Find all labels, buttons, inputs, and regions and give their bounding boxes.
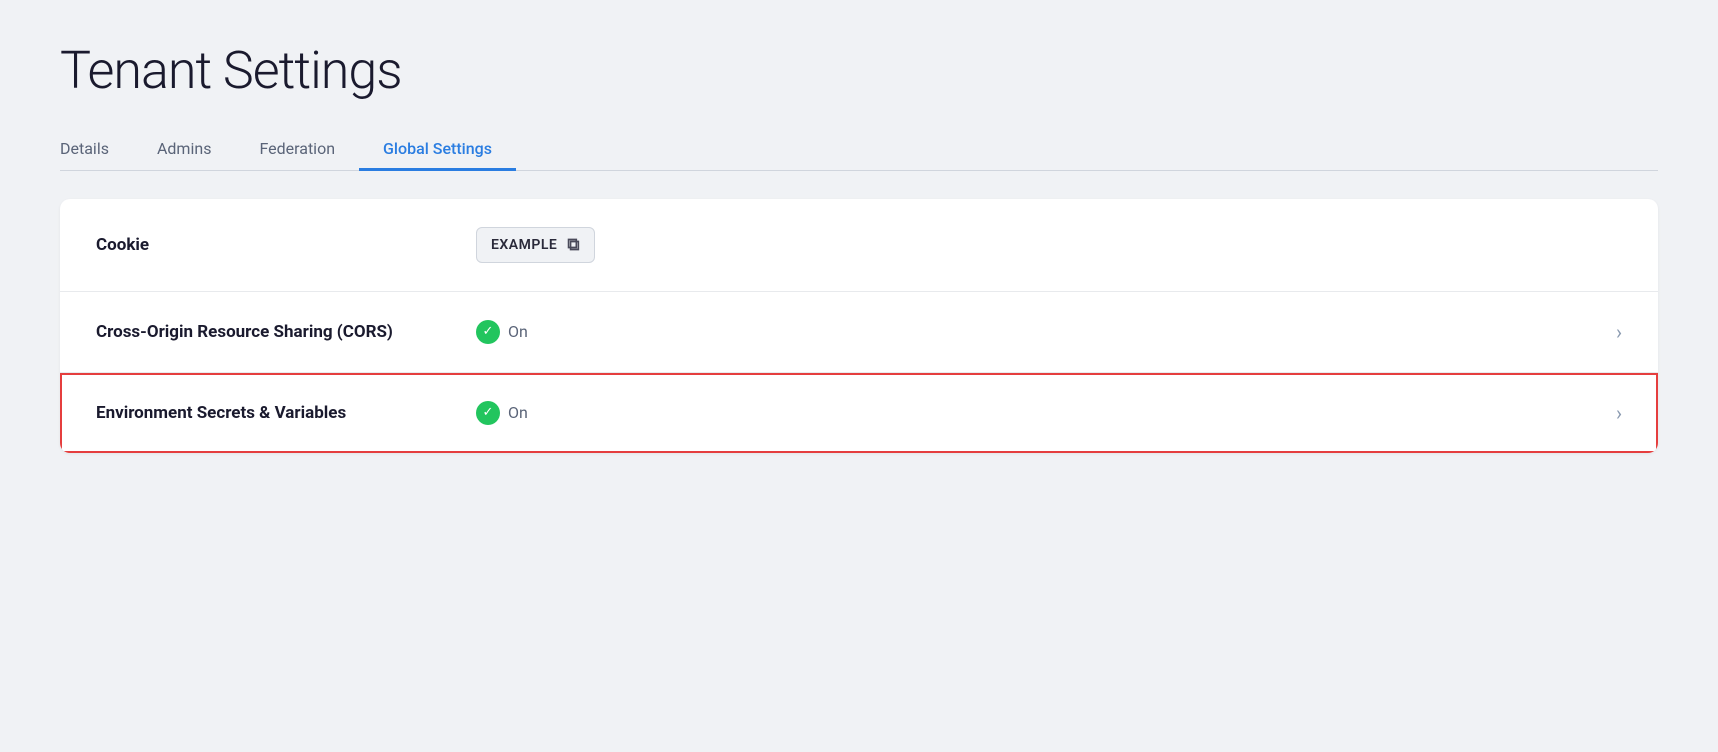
cookie-value-area: EXAMPLE ⧉ (476, 227, 1622, 263)
tab-details[interactable]: Details (60, 129, 133, 171)
env-secrets-status-badge: ✓ On (476, 401, 528, 425)
cors-label: Cross-Origin Resource Sharing (CORS) (96, 322, 476, 342)
env-secrets-check-icon: ✓ (476, 401, 500, 425)
copy-icon[interactable]: ⧉ (567, 235, 580, 255)
cors-chevron-icon[interactable]: › (1616, 320, 1622, 344)
tabs-bar: Details Admins Federation Global Setting… (60, 129, 1658, 171)
settings-card: Cookie EXAMPLE ⧉ Cross-Origin Resource S… (60, 199, 1658, 453)
cors-row[interactable]: Cross-Origin Resource Sharing (CORS) ✓ O… (60, 292, 1658, 373)
cookie-label: Cookie (96, 235, 476, 255)
tab-global-settings[interactable]: Global Settings (359, 129, 516, 171)
env-secrets-label: Environment Secrets & Variables (96, 403, 476, 423)
page-title: Tenant Settings (60, 40, 1658, 101)
tab-admins[interactable]: Admins (133, 129, 235, 171)
cors-status-text: On (508, 322, 528, 341)
cookie-row: Cookie EXAMPLE ⧉ (60, 199, 1658, 292)
tab-federation[interactable]: Federation (235, 129, 359, 171)
env-secrets-status-text: On (508, 403, 528, 422)
cookie-badge: EXAMPLE ⧉ (476, 227, 595, 263)
cors-status-area: ✓ On (476, 320, 1616, 344)
check-mark-2: ✓ (483, 405, 494, 420)
check-mark: ✓ (483, 324, 494, 339)
cookie-value-text: EXAMPLE (491, 237, 557, 253)
env-secrets-chevron-icon[interactable]: › (1616, 401, 1622, 425)
cors-status-badge: ✓ On (476, 320, 528, 344)
env-secrets-row[interactable]: Environment Secrets & Variables ✓ On › (60, 373, 1658, 453)
cors-check-icon: ✓ (476, 320, 500, 344)
env-secrets-status-area: ✓ On (476, 401, 1616, 425)
